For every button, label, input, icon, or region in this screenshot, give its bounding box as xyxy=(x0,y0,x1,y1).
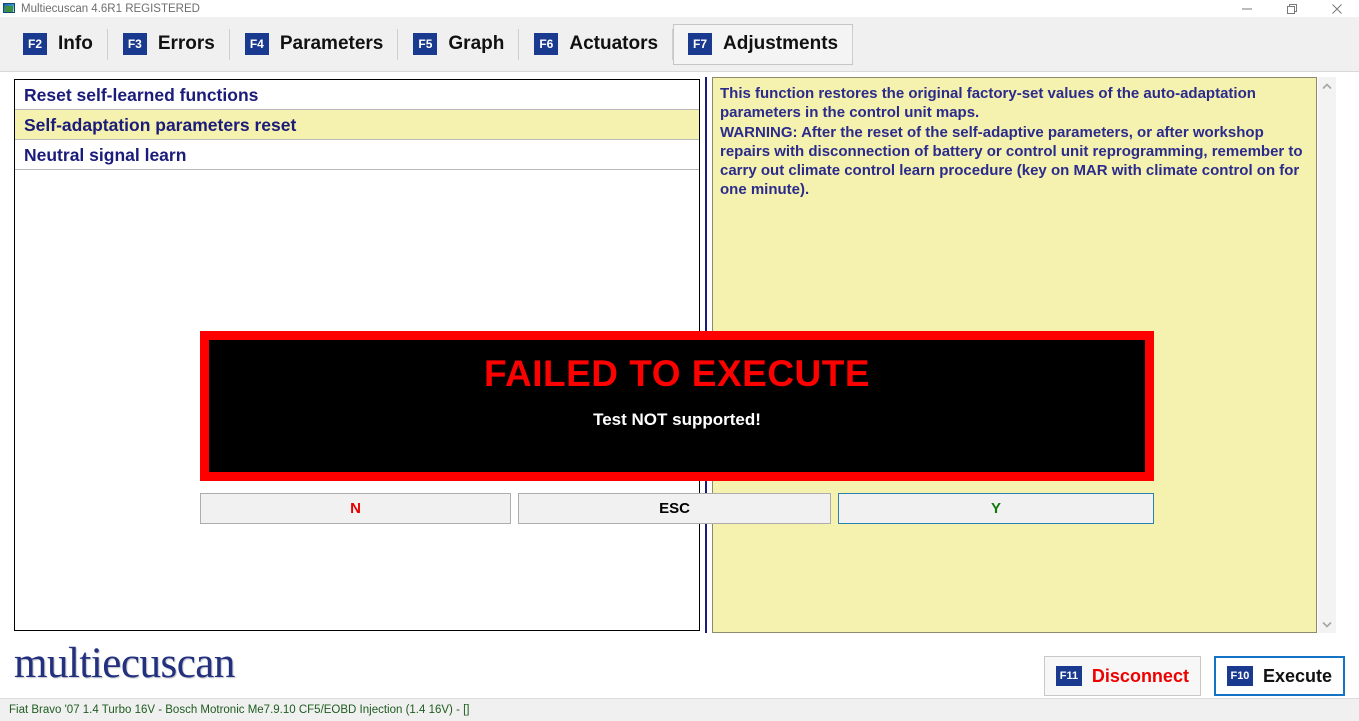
tab-actuators[interactable]: F6 Actuators xyxy=(519,24,674,65)
work-area: Reset self-learned functions Self-adapta… xyxy=(0,73,1359,636)
disconnect-button[interactable]: F11 Disconnect xyxy=(1043,656,1201,696)
disconnect-label: Disconnect xyxy=(1091,665,1189,686)
window-title: Multiecuscan 4.6R1 REGISTERED xyxy=(21,2,200,15)
execute-label: Execute xyxy=(1262,665,1332,686)
dialog-button-n[interactable]: N xyxy=(200,493,511,524)
tab-graph[interactable]: F5 Graph xyxy=(398,24,520,65)
app-icon xyxy=(3,2,16,15)
tab-errors[interactable]: F3 Errors xyxy=(108,24,230,65)
tab-parameters[interactable]: F4 Parameters xyxy=(230,24,399,65)
description-text: This function restores the original fact… xyxy=(720,85,1303,199)
tab-label-info: Info xyxy=(58,33,93,54)
tab-label-errors: Errors xyxy=(157,33,215,54)
tab-label-graph: Graph xyxy=(448,33,505,54)
status-bar: Fiat Bravo '07 1.4 Turbo 16V - Bosch Mot… xyxy=(0,698,1359,721)
execute-button[interactable]: F10 Execute xyxy=(1213,656,1345,696)
fkey-badge-f6: F6 xyxy=(534,33,559,55)
dialog-button-esc[interactable]: ESC xyxy=(518,493,831,524)
tab-label-actuators: Actuators xyxy=(569,33,659,54)
fkey-badge-f11: F11 xyxy=(1055,666,1082,686)
footer-buttons: F11 Disconnect F10 Execute xyxy=(1043,656,1345,696)
tab-adjustments[interactable]: F7 Adjustments xyxy=(673,23,854,65)
failed-to-execute-dialog: FAILED TO EXECUTE Test NOT supported! N … xyxy=(200,331,1154,524)
description-scrollbar[interactable] xyxy=(1318,77,1336,633)
dialog-banner: FAILED TO EXECUTE Test NOT supported! xyxy=(200,331,1154,481)
list-item[interactable]: Neutral signal learn xyxy=(15,140,699,170)
restore-icon[interactable] xyxy=(1269,0,1314,17)
dialog-title: FAILED TO EXECUTE xyxy=(483,353,871,394)
scrollbar-track[interactable] xyxy=(1318,95,1336,615)
window-controls xyxy=(1224,0,1359,17)
tab-label-parameters: Parameters xyxy=(279,33,384,54)
tab-label-adjustments: Adjustments xyxy=(723,33,839,54)
app-logo: multiecuscan xyxy=(14,640,235,687)
footer: multiecuscan F11 Disconnect F10 Execute xyxy=(0,636,1359,698)
dialog-subtitle: Test NOT supported! xyxy=(593,409,761,429)
status-bar-text: Fiat Bravo '07 1.4 Turbo 16V - Bosch Mot… xyxy=(9,704,470,716)
dialog-button-row: N ESC Y xyxy=(200,493,1154,524)
chevron-down-icon[interactable] xyxy=(1318,615,1336,633)
fkey-badge-f10: F10 xyxy=(1226,666,1253,686)
title-bar: Multiecuscan 4.6R1 REGISTERED xyxy=(0,0,1359,17)
fkey-badge-f4: F4 xyxy=(244,33,269,55)
tab-info[interactable]: F2 Info xyxy=(8,24,108,65)
list-item[interactable]: Self-adaptation parameters reset xyxy=(15,110,699,140)
fkey-badge-f2: F2 xyxy=(23,33,47,55)
close-icon[interactable] xyxy=(1314,0,1359,17)
tab-bar: F2 Info F3 Errors F4 Parameters F5 Graph… xyxy=(0,17,1359,72)
dialog-button-y[interactable]: Y xyxy=(838,493,1154,524)
chevron-up-icon[interactable] xyxy=(1318,77,1336,95)
fkey-badge-f5: F5 xyxy=(413,33,438,55)
list-item[interactable]: Reset self-learned functions xyxy=(15,80,699,110)
fkey-badge-f7: F7 xyxy=(688,33,713,55)
minimize-icon[interactable] xyxy=(1224,0,1269,17)
fkey-badge-f3: F3 xyxy=(122,33,147,55)
